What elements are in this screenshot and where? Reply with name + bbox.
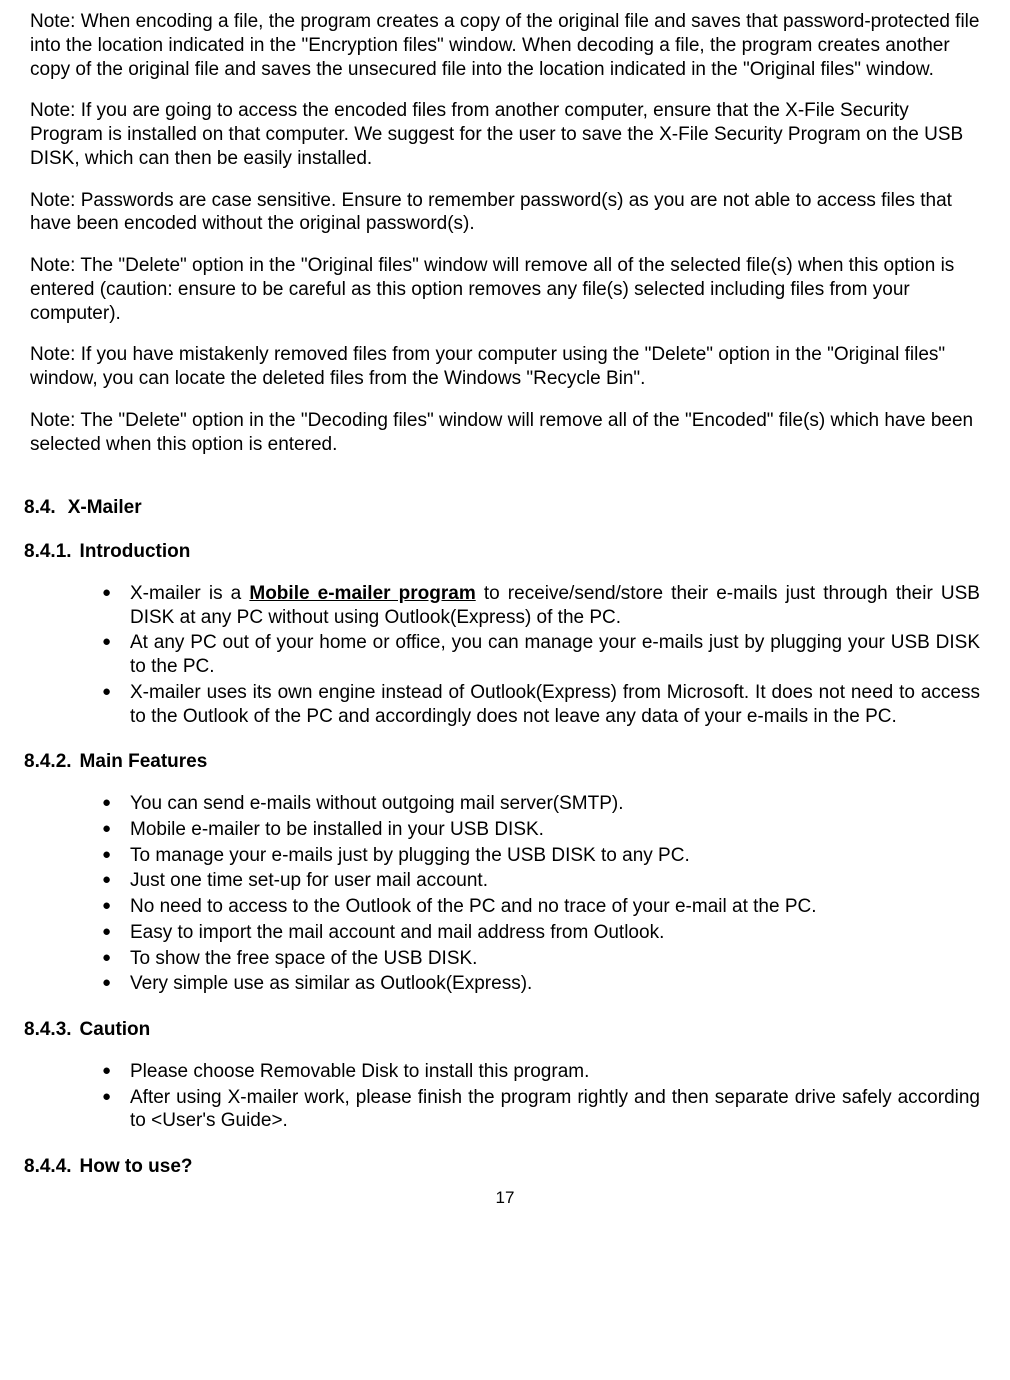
list-item: Please choose Removable Disk to install … xyxy=(130,1060,980,1084)
intro-text-bold: Mobile e-mailer program xyxy=(249,583,475,604)
introduction-list: X-mailer is a Mobile e-mailer program to… xyxy=(30,582,980,729)
list-item: Just one time set-up for user mail accou… xyxy=(130,869,980,893)
page-number: 17 xyxy=(30,1187,980,1208)
section-number: 8.4. xyxy=(24,496,56,520)
subsection-number: 8.4.4. xyxy=(24,1155,72,1179)
notes-section: Note: When encoding a file, the program … xyxy=(30,10,980,456)
list-item: Very simple use as similar as Outlook(Ex… xyxy=(130,972,980,996)
section-8-4-4-heading: 8.4.4. How to use? xyxy=(24,1155,980,1179)
list-item: After using X-mailer work, please finish… xyxy=(130,1086,980,1134)
list-item: To show the free space of the USB DISK. xyxy=(130,947,980,971)
subsection-title: How to use? xyxy=(80,1156,193,1177)
list-item: At any PC out of your home or office, yo… xyxy=(130,631,980,679)
list-item: No need to access to the Outlook of the … xyxy=(130,895,980,919)
subsection-number: 8.4.2. xyxy=(24,750,72,774)
section-8-4-heading: 8.4. X-Mailer xyxy=(24,496,980,520)
note-paragraph: Note: If you are going to access the enc… xyxy=(30,99,980,170)
note-paragraph: Note: The "Delete" option in the "Decodi… xyxy=(30,409,980,457)
section-8-4-1-heading: 8.4.1. Introduction xyxy=(24,540,980,564)
list-item: X-mailer is a Mobile e-mailer program to… xyxy=(130,582,980,630)
section-8-4-3-heading: 8.4.3. Caution xyxy=(24,1018,980,1042)
intro-text-prefix: X-mailer is a xyxy=(130,583,249,604)
note-text: Note: The "Delete" option in the "Origin… xyxy=(30,254,980,325)
caution-list: Please choose Removable Disk to install … xyxy=(30,1060,980,1133)
section-title: X-Mailer xyxy=(68,497,142,518)
list-item: To manage your e-mails just by plugging … xyxy=(130,844,980,868)
note-paragraph: Note: The "Delete" option in the "Origin… xyxy=(30,254,980,325)
note-paragraph: Note: If you have mistakenly removed fil… xyxy=(30,343,980,391)
list-item: Easy to import the mail account and mail… xyxy=(130,921,980,945)
list-item: X-mailer uses its own engine instead of … xyxy=(130,681,980,729)
subsection-title: Introduction xyxy=(80,541,191,562)
note-text: Note: If you have mistakenly removed fil… xyxy=(30,343,980,391)
main-features-list: You can send e-mails without outgoing ma… xyxy=(30,792,980,996)
note-text: Note: If you are going to access the enc… xyxy=(30,99,980,170)
note-text: Note: Passwords are case sensitive. Ensu… xyxy=(30,189,980,237)
section-8-4-2-heading: 8.4.2. Main Features xyxy=(24,750,980,774)
subsection-number: 8.4.1. xyxy=(24,540,72,564)
note-text: Note: The "Delete" option in the "Decodi… xyxy=(30,409,980,457)
subsection-number: 8.4.3. xyxy=(24,1018,72,1042)
note-paragraph: Note: When encoding a file, the program … xyxy=(30,10,980,81)
list-item: You can send e-mails without outgoing ma… xyxy=(130,792,980,816)
subsection-title: Caution xyxy=(80,1019,151,1040)
note-text: Note: When encoding a file, the program … xyxy=(30,10,980,81)
list-item: Mobile e-mailer to be installed in your … xyxy=(130,818,980,842)
subsection-title: Main Features xyxy=(80,751,208,772)
note-paragraph: Note: Passwords are case sensitive. Ensu… xyxy=(30,189,980,237)
